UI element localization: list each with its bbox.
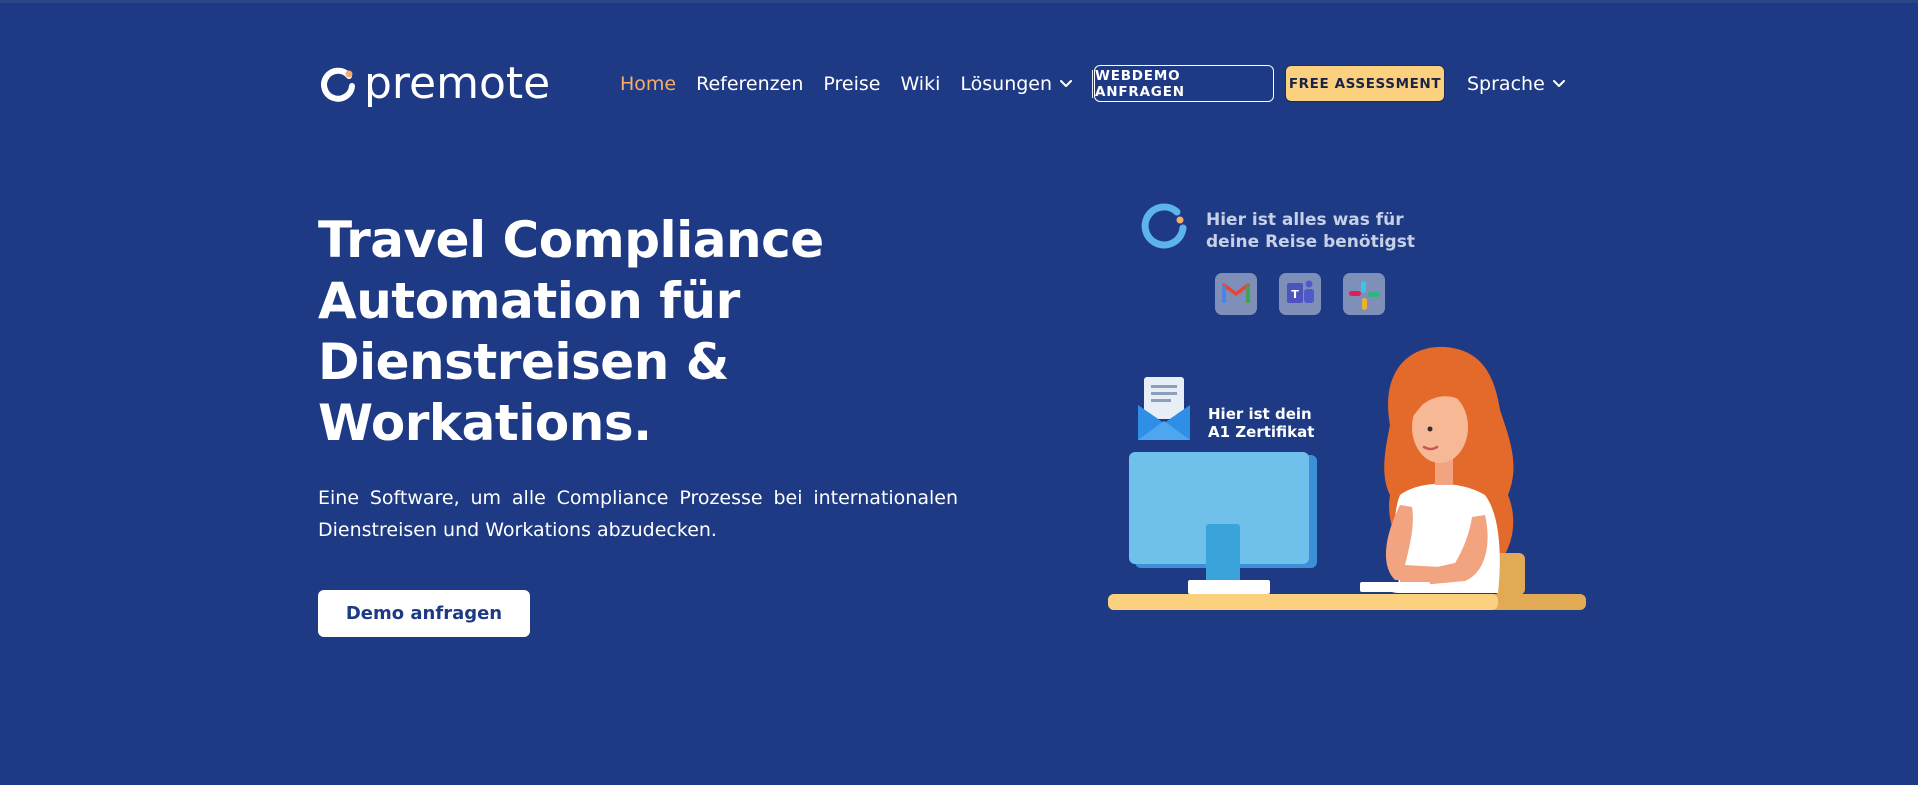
nav-home[interactable]: Home bbox=[620, 73, 676, 95]
brand-name: premote bbox=[364, 58, 551, 109]
chevron-down-icon bbox=[1060, 80, 1073, 87]
language-label: Sprache bbox=[1467, 73, 1545, 95]
integration-message-line: deine Reise benötigst bbox=[1206, 232, 1415, 252]
nav-divider bbox=[1092, 70, 1094, 98]
hero-illustration: T Hier ist alles was für deine Reise ben… bbox=[1100, 195, 1600, 615]
integration-message: Hier ist alles was für deine Reise benöt… bbox=[1206, 209, 1446, 253]
hero-title-line: Automation für bbox=[318, 272, 740, 330]
chevron-down-icon bbox=[1552, 80, 1565, 87]
monitor bbox=[1129, 452, 1317, 594]
hero-title-line: Travel Compliance bbox=[318, 211, 824, 269]
person-illustration bbox=[1360, 346, 1525, 595]
slack-icon bbox=[1343, 273, 1385, 315]
logo-ring-icon bbox=[321, 67, 355, 102]
demo-request-button[interactable]: Demo anfragen bbox=[318, 590, 530, 637]
hero-title: Travel Compliance Automation für Dienstr… bbox=[318, 210, 918, 454]
envelope-icon bbox=[1138, 377, 1190, 440]
hero-title-line: Workations. bbox=[318, 394, 652, 452]
gmail-icon bbox=[1215, 273, 1257, 315]
free-assessment-button[interactable]: FREE ASSESSMENT bbox=[1285, 65, 1445, 102]
nav-loesungen-label: Lösungen bbox=[960, 73, 1053, 95]
webdemo-button[interactable]: WEBDEMO ANFRAGEN bbox=[1094, 65, 1274, 102]
nav-referenzen[interactable]: Referenzen bbox=[696, 73, 803, 95]
nav-preise[interactable]: Preise bbox=[823, 73, 880, 95]
integration-message-line: Hier ist alles was für bbox=[1206, 210, 1404, 230]
desk bbox=[1108, 594, 1586, 610]
top-border bbox=[0, 0, 1918, 3]
svg-text:T: T bbox=[1291, 288, 1299, 301]
certificate-message: Hier ist dein A1 Zertifikat bbox=[1208, 405, 1368, 441]
certificate-message-line: A1 Zertifikat bbox=[1208, 423, 1315, 441]
premote-ring-icon bbox=[1141, 203, 1187, 249]
hero-title-line: Dienstreisen & bbox=[318, 333, 729, 391]
brand-logo[interactable]: premote bbox=[318, 60, 550, 108]
hero-subtitle: Eine Software, um alle Compliance Prozes… bbox=[318, 487, 958, 541]
language-dropdown[interactable]: Sprache bbox=[1467, 64, 1565, 104]
nav-wiki[interactable]: Wiki bbox=[900, 73, 940, 95]
teams-icon: T bbox=[1279, 273, 1321, 315]
nav-loesungen-dropdown[interactable]: Lösungen bbox=[960, 73, 1073, 95]
certificate-message-line: Hier ist dein bbox=[1208, 405, 1312, 423]
main-nav: Home Referenzen Preise Wiki Lösungen bbox=[620, 64, 1103, 104]
